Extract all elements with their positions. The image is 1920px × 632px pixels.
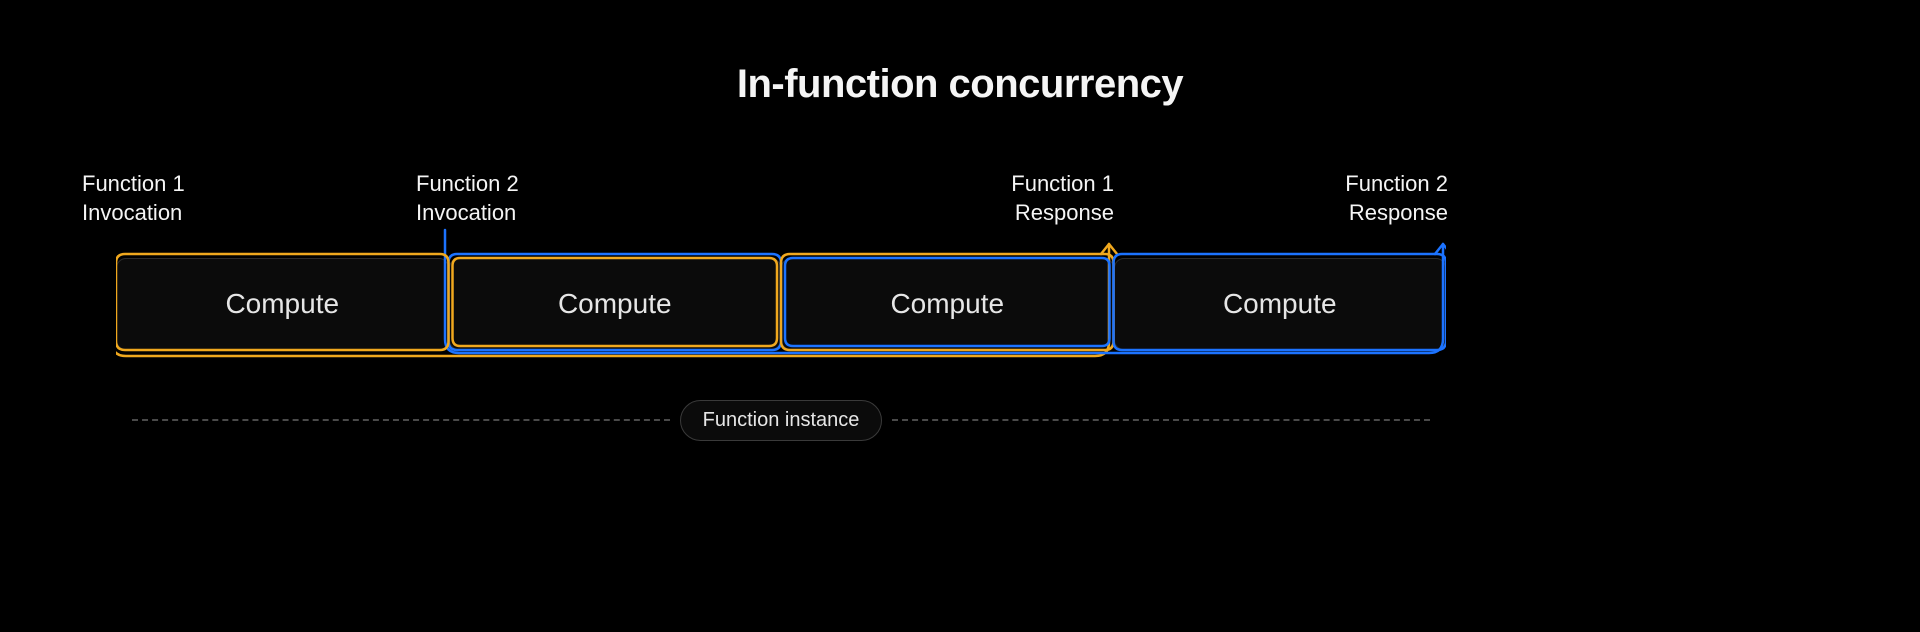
dashed-line-icon [892,419,1430,421]
function2-invocation-label: Function 2 Invocation [416,170,519,227]
compute-box: Compute [1114,258,1447,350]
label-line: Function 2 [416,171,519,196]
function-instance-legend: Function instance [132,400,1430,440]
function-instance-pill: Function instance [680,400,883,441]
diagram-title: In-function concurrency [0,62,1920,107]
concurrency-diagram: Function 1 Invocation Function 2 Invocat… [116,170,1446,450]
label-line: Invocation [416,200,516,225]
dashed-line-icon [132,419,670,421]
label-line: Invocation [82,200,182,225]
compute-box: Compute [449,258,782,350]
function2-response-label: Function 2 Response [1288,170,1448,227]
label-line: Function 1 [1011,171,1114,196]
label-line: Function 1 [82,171,185,196]
function1-response-label: Function 1 Response [954,170,1114,227]
label-line: Response [1015,200,1114,225]
compute-row: Compute Compute Compute Compute [116,258,1446,350]
compute-box: Compute [781,258,1114,350]
compute-box: Compute [116,258,449,350]
arrow-up-icon [1435,244,1446,254]
arrow-up-icon [1101,244,1117,254]
label-line: Function 2 [1345,171,1448,196]
label-line: Response [1349,200,1448,225]
function1-invocation-label: Function 1 Invocation [82,170,185,227]
